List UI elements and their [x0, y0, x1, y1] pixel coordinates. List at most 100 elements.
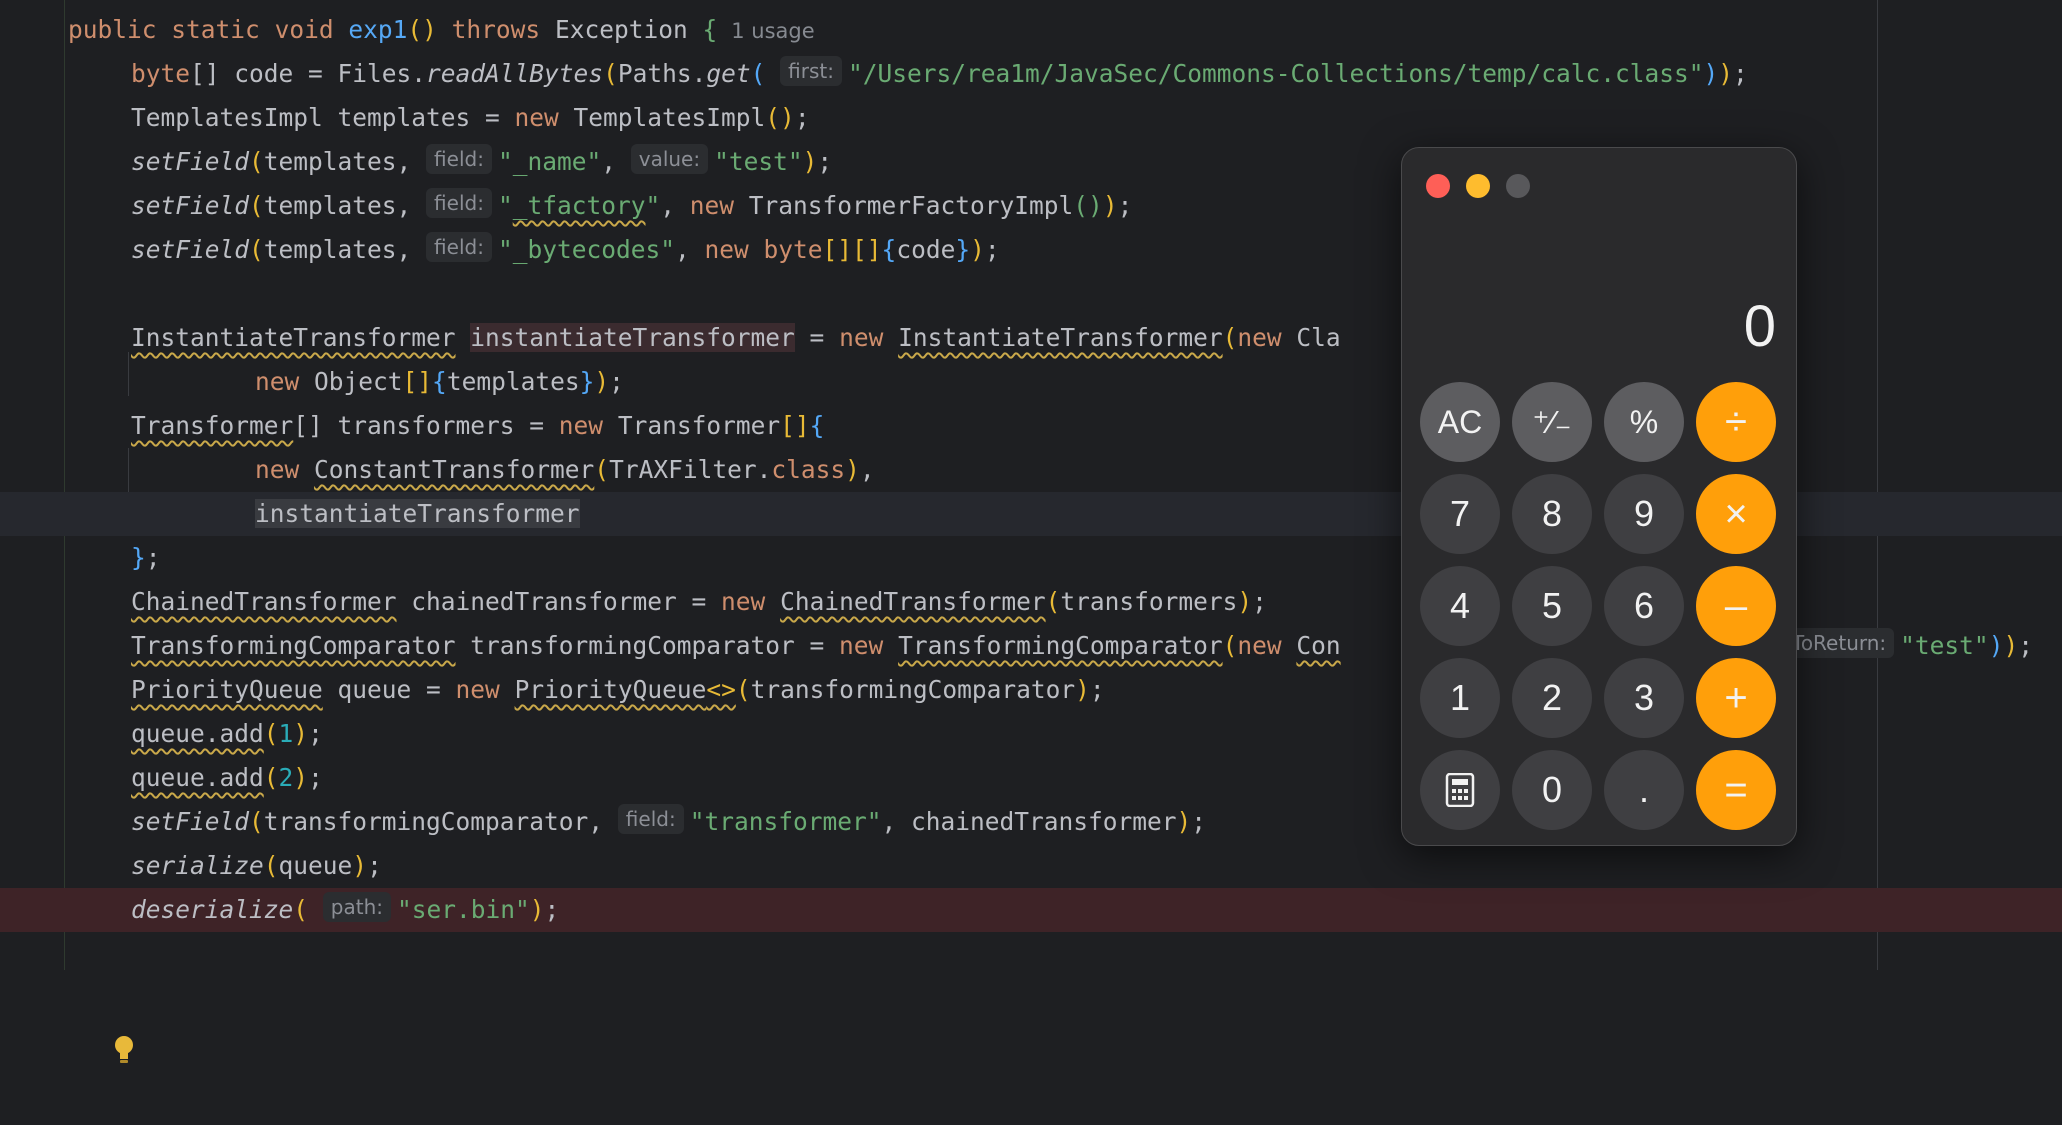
- paren: (: [750, 59, 766, 88]
- calculator-mode-button[interactable]: [1420, 750, 1500, 830]
- semicolon: ;: [544, 895, 560, 924]
- string-literal: "_bytecodes": [497, 235, 675, 264]
- class-name-warning: PriorityQueue: [514, 675, 707, 704]
- code-line[interactable]: serialize(queue);: [0, 844, 2062, 888]
- code-line[interactable]: byte[] code = Files.readAllBytes(Paths.g…: [0, 52, 2062, 96]
- usage-hint[interactable]: 1 usage: [731, 19, 814, 43]
- semicolon: ;: [1089, 675, 1105, 704]
- digit-8-button[interactable]: 8: [1512, 474, 1592, 554]
- paren: (: [249, 191, 264, 220]
- digit-7-button[interactable]: 7: [1420, 474, 1500, 554]
- string-quote: ": [497, 191, 513, 220]
- paren: ): [802, 147, 818, 176]
- keyword: throws: [451, 15, 541, 44]
- equals-button[interactable]: =: [1696, 750, 1776, 830]
- code-line-error[interactable]: deserialize( path: "ser.bin");: [0, 888, 2062, 932]
- paren: (: [293, 895, 309, 924]
- method-call: setField: [131, 191, 250, 220]
- keyword: new: [689, 191, 735, 220]
- minus-button[interactable]: –: [1696, 566, 1776, 646]
- keyword: static: [171, 15, 260, 44]
- paren: ): [2003, 631, 2019, 660]
- code-text: transformingComparator =: [455, 631, 840, 660]
- method-call: setField: [131, 807, 250, 836]
- semicolon: ;: [145, 543, 161, 572]
- sign-toggle-button[interactable]: ⁺∕₋: [1512, 382, 1592, 462]
- keyword: byte: [763, 235, 823, 264]
- keyword: new: [721, 587, 766, 616]
- paren: (: [249, 807, 264, 836]
- code-text: Cla: [1281, 323, 1341, 352]
- string-literal-warning: _tfactory: [512, 191, 646, 220]
- method-call: setField: [131, 235, 250, 264]
- code-line[interactable]: TemplatesImpl templates = new TemplatesI…: [0, 96, 2062, 140]
- code-text: Paths.: [617, 59, 707, 88]
- semicolon: ;: [308, 763, 323, 792]
- digit-2-button[interactable]: 2: [1512, 658, 1592, 738]
- multiply-button[interactable]: ×: [1696, 474, 1776, 554]
- param-hint: ToReturn:: [1790, 628, 1895, 658]
- param-hint: field:: [617, 804, 684, 834]
- paren: (: [249, 147, 264, 176]
- clear-button[interactable]: AC: [1420, 382, 1500, 462]
- variable-highlighted: instantiateTransformer: [470, 323, 795, 352]
- string-quote: ": [645, 191, 661, 220]
- number-literal: 1: [278, 719, 294, 748]
- code-line[interactable]: public static void exp1() throws Excepti…: [0, 8, 2062, 52]
- bracket: []: [293, 411, 323, 440]
- semicolon: ;: [2018, 631, 2033, 660]
- param-hint: first:: [780, 56, 842, 86]
- calculator-icon: [1445, 773, 1475, 807]
- class-name-warning: TransformingComparator: [131, 631, 456, 660]
- keyword: new: [514, 103, 559, 132]
- digit-9-button[interactable]: 9: [1604, 474, 1684, 554]
- digit-4-button[interactable]: 4: [1420, 566, 1500, 646]
- paren: ): [422, 15, 437, 44]
- zoom-icon[interactable]: [1506, 174, 1530, 198]
- calculator-window[interactable]: 0 AC ⁺∕₋ % ÷ 7 8 9 × 4 5 6 – 1 2 3 + 0 .…: [1401, 147, 1797, 846]
- bracket: []: [190, 59, 220, 88]
- plus-button[interactable]: +: [1696, 658, 1776, 738]
- decimal-button[interactable]: .: [1604, 750, 1684, 830]
- code-text: ,: [859, 455, 875, 484]
- code-text: TrAXFilter.: [609, 455, 772, 484]
- digit-6-button[interactable]: 6: [1604, 566, 1684, 646]
- brace: }: [955, 235, 971, 264]
- method-call-warning: queue.add: [131, 763, 264, 792]
- code-text: =: [794, 323, 840, 352]
- paren: (): [1073, 191, 1103, 220]
- digit-3-button[interactable]: 3: [1604, 658, 1684, 738]
- code-text: TemplatesImpl templates =: [131, 103, 515, 132]
- digit-5-button[interactable]: 5: [1512, 566, 1592, 646]
- keyword: new: [455, 675, 500, 704]
- paren: (: [263, 763, 279, 792]
- number-literal: 2: [278, 763, 294, 792]
- class-name: TransformerFactoryImpl: [734, 191, 1074, 220]
- class-name-warning: TransformingComparator: [898, 631, 1223, 660]
- code-text: templates: [446, 367, 580, 396]
- calculator-display: 0: [1743, 294, 1776, 359]
- semicolon: ;: [984, 235, 1000, 264]
- paren: ): [845, 455, 860, 484]
- digit-0-button[interactable]: 0: [1512, 750, 1592, 830]
- close-icon[interactable]: [1426, 174, 1450, 198]
- keyword: new: [255, 455, 300, 484]
- paren: (: [249, 235, 264, 264]
- percent-button[interactable]: %: [1604, 382, 1684, 462]
- divide-button[interactable]: ÷: [1696, 382, 1776, 462]
- minimize-icon[interactable]: [1466, 174, 1490, 198]
- brace: {: [881, 235, 897, 264]
- generic-diamond: <>: [706, 675, 736, 704]
- class-name-warning: PriorityQueue: [131, 675, 323, 704]
- method-call: deserialize: [131, 895, 294, 924]
- keyword: new: [1237, 323, 1282, 352]
- method-name: exp1: [348, 15, 408, 44]
- class-name-warning: ChainedTransformer: [780, 587, 1046, 616]
- paren: ): [529, 895, 545, 924]
- digit-1-button[interactable]: 1: [1420, 658, 1500, 738]
- paren: ): [1703, 59, 1719, 88]
